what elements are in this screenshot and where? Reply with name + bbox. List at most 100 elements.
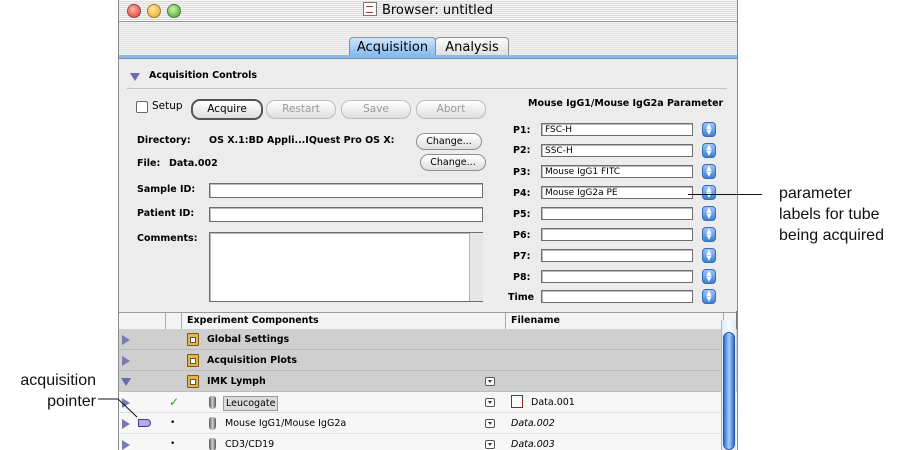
table-row[interactable]: • Mouse IgG1/Mouse IgG2a Data.002	[119, 413, 737, 434]
row-name: Mouse IgG1/Mouse IgG2a	[225, 418, 347, 429]
p1-label: P1:	[513, 125, 531, 136]
scroll-thumb[interactable]	[723, 332, 735, 450]
tab-divider	[119, 55, 737, 59]
column-options-button[interactable]	[736, 311, 737, 330]
p6-field[interactable]	[541, 228, 693, 241]
row-menu-icon[interactable]	[485, 419, 495, 428]
parameter-leader-line	[688, 194, 762, 195]
p7-field[interactable]	[541, 249, 693, 262]
setup-checkbox[interactable]	[136, 101, 148, 113]
column-divider	[165, 313, 166, 329]
document-icon	[362, 2, 377, 16]
acquire-button[interactable]: Acquire	[191, 99, 263, 120]
table-row[interactable]: ✓ Leucogate Data.001	[119, 392, 737, 413]
window-title: Browser: untitled	[119, 2, 737, 18]
disclosure-triangle-icon[interactable]	[130, 73, 140, 81]
time-stepper[interactable]: ▲ ▼	[702, 289, 716, 304]
file-change-button[interactable]: Change...	[420, 154, 486, 171]
section-divider	[127, 88, 727, 89]
column-divider	[181, 313, 182, 329]
data-file-icon	[511, 395, 523, 408]
p8-field[interactable]	[541, 270, 693, 283]
annotation-line: being acquired	[779, 227, 884, 244]
patient-id-label: Patient ID:	[137, 208, 195, 219]
pointer-annotation: acquisition pointer	[6, 370, 96, 412]
comments-field[interactable]	[209, 232, 483, 302]
plots-folder-icon	[187, 354, 199, 367]
pointer-leader-line	[98, 398, 138, 418]
p5-stepper[interactable]: ▲ ▼	[702, 206, 716, 221]
column-divider	[505, 313, 506, 329]
file-label: File:	[137, 158, 161, 169]
collapse-triangle-icon[interactable]	[121, 378, 131, 386]
expand-triangle-icon[interactable]	[122, 356, 130, 366]
abort-button[interactable]: Abort	[416, 100, 486, 119]
directory-value: OS X.1:BD Appli...IQuest Pro OS X:	[209, 135, 395, 146]
sample-id-label: Sample ID:	[137, 184, 196, 195]
patient-id-field[interactable]	[209, 207, 483, 222]
row-menu-icon[interactable]	[485, 398, 495, 407]
title-bar[interactable]: Browser: untitled	[119, 0, 737, 22]
p4-label: P4:	[513, 188, 531, 199]
p5-field[interactable]	[541, 207, 693, 220]
row-name: CD3/CD19	[225, 439, 275, 450]
setup-label: Setup	[152, 100, 183, 112]
specimen-folder-icon	[187, 375, 199, 388]
p7-stepper[interactable]: ▲ ▼	[702, 248, 716, 263]
row-name: Acquisition Plots	[207, 355, 298, 366]
parameter-header: Mouse IgG1/Mouse IgG2a Parameter	[528, 98, 724, 109]
p4-stepper[interactable]: ▲ ▼	[702, 185, 716, 200]
settings-folder-icon	[187, 333, 199, 346]
comments-scrollbar[interactable]	[469, 233, 483, 301]
p2-stepper[interactable]: ▲ ▼	[702, 143, 716, 158]
tab-bar: Acquisition Analysis	[119, 22, 737, 57]
p1-field[interactable]: FSC-H	[541, 123, 693, 136]
bullet-icon: •	[170, 418, 176, 428]
sample-id-field[interactable]	[209, 183, 483, 198]
tube-icon	[209, 438, 216, 450]
table-row[interactable]: IMK Lymph	[119, 371, 737, 392]
p3-stepper[interactable]: ▲ ▼	[702, 164, 716, 179]
row-menu-icon[interactable]	[485, 377, 495, 386]
row-name: Leucogate	[223, 396, 279, 411]
expand-triangle-icon[interactable]	[122, 440, 130, 450]
expand-triangle-icon[interactable]	[122, 335, 130, 345]
browser-window: Browser: untitled Acquisition Analysis A…	[118, 0, 738, 450]
row-filename: Data.003	[511, 439, 555, 450]
save-button[interactable]: Save	[341, 100, 411, 119]
p4-field[interactable]: Mouse IgG2a PE	[541, 186, 693, 199]
directory-label: Directory:	[137, 135, 191, 146]
table-row[interactable]: • CD3/CD19 Data.003	[119, 434, 737, 450]
parameter-annotation: parameter labels for tube being acquired	[779, 183, 884, 246]
p3-label: P3:	[513, 167, 531, 178]
p5-label: P5:	[513, 209, 531, 220]
p1-stepper[interactable]: ▲ ▼	[702, 122, 716, 137]
tube-icon	[209, 417, 216, 430]
file-value: Data.002	[169, 158, 218, 169]
table-row[interactable]: Acquisition Plots	[119, 350, 737, 371]
time-label: Time	[508, 292, 535, 303]
p8-stepper[interactable]: ▲ ▼	[702, 269, 716, 284]
table-row[interactable]: Global Settings	[119, 329, 737, 350]
table-scrollbar[interactable]	[721, 320, 736, 450]
restart-button[interactable]: Restart	[266, 100, 336, 119]
p2-field[interactable]: SSC-H	[541, 144, 693, 157]
col-filename[interactable]: Filename	[511, 315, 560, 326]
col-experiment-components[interactable]: Experiment Components	[187, 315, 319, 326]
row-filename: Data.002	[511, 418, 555, 429]
p7-label: P7:	[513, 251, 531, 262]
tab-acquisition[interactable]: Acquisition	[349, 37, 436, 57]
p2-label: P2:	[513, 145, 531, 156]
time-field[interactable]	[541, 290, 693, 303]
row-menu-icon[interactable]	[485, 440, 495, 449]
annotation-line: labels for tube	[779, 206, 880, 223]
p6-stepper[interactable]: ▲ ▼	[702, 227, 716, 242]
annotation-line: acquisition	[20, 372, 96, 389]
table-header: Experiment Components Filename	[119, 312, 737, 330]
row-name: IMK Lymph	[207, 376, 266, 387]
p3-field[interactable]: Mouse IgG1 FITC	[541, 165, 693, 178]
directory-change-button[interactable]: Change...	[416, 133, 482, 150]
tab-analysis[interactable]: Analysis	[435, 37, 509, 57]
acquired-check-icon: ✓	[169, 395, 180, 409]
bullet-icon: •	[170, 439, 176, 449]
